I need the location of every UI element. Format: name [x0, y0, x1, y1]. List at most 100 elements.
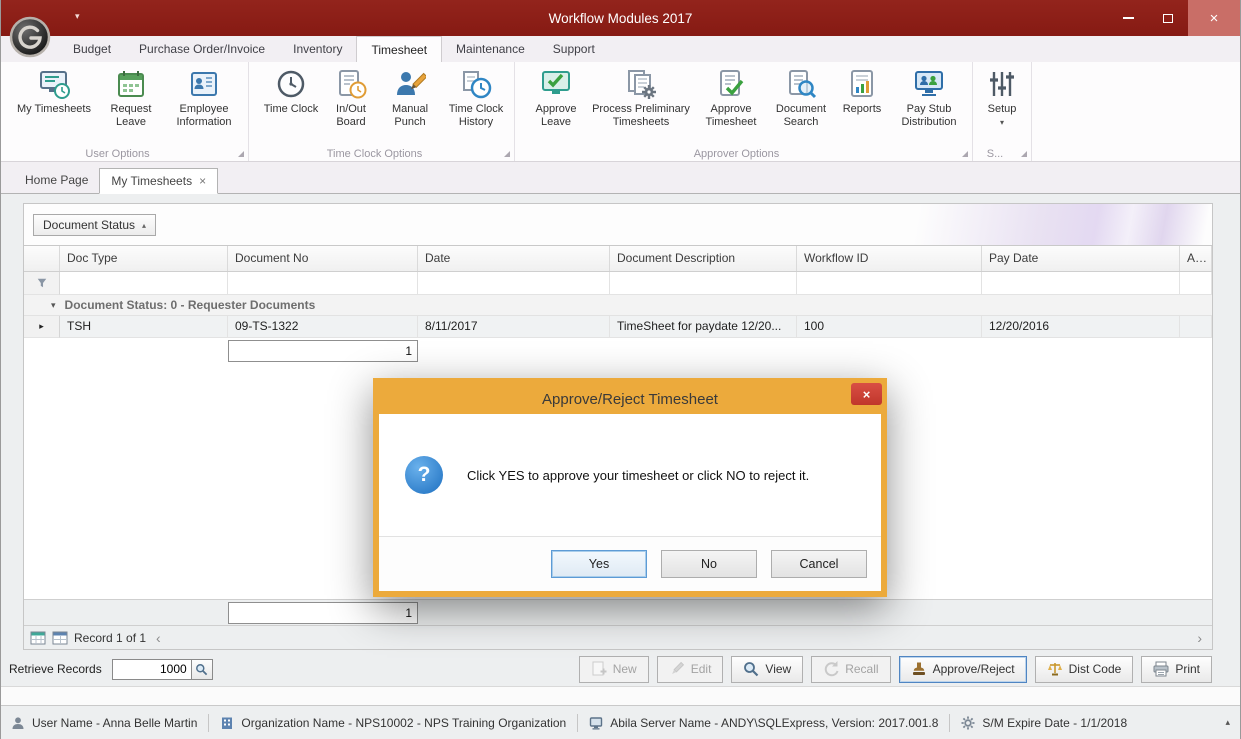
- ribbon-item-manual-punch[interactable]: Manual Punch: [379, 65, 441, 129]
- ribbon-item-label: Document Search: [768, 103, 834, 129]
- group-dialog-launcher-icon[interactable]: [962, 151, 968, 157]
- filter-cell-workflow-id[interactable]: [797, 272, 982, 295]
- group-by-panel: Document Status ▴: [24, 204, 1212, 246]
- column-header-date[interactable]: Date: [418, 246, 610, 271]
- status-bar: User Name - Anna Belle Martin Organizati…: [1, 705, 1240, 739]
- cancel-button[interactable]: Cancel: [771, 550, 867, 578]
- filter-cell-doc-type[interactable]: [60, 272, 228, 295]
- ribbon-item-label: Setup: [988, 103, 1017, 116]
- group-dialog-launcher-icon[interactable]: [504, 151, 510, 157]
- ribbon-item-process-preliminary-timesheets[interactable]: Process Preliminary Timesheets: [587, 65, 695, 129]
- retrieve-records-button[interactable]: [192, 659, 213, 680]
- document-search-icon: [785, 68, 817, 100]
- tab-label: My Timesheets: [111, 169, 192, 193]
- table-row[interactable]: ▸ TSH 09-TS-1322 8/11/2017 TimeSheet for…: [24, 316, 1212, 338]
- column-header-row: Doc Type Document No Date Document Descr…: [24, 246, 1212, 272]
- filter-cell-pay-date[interactable]: [982, 272, 1180, 295]
- ribbon-item-label: Employee Information: [164, 103, 244, 129]
- approve-leave-icon: [540, 68, 572, 100]
- tab-close-icon[interactable]: ×: [199, 169, 206, 193]
- approve-reject-button[interactable]: Approve/Reject: [899, 656, 1027, 683]
- column-header-pay-date[interactable]: Pay Date: [982, 246, 1180, 271]
- ribbon-item-label: Time Clock: [264, 103, 319, 116]
- print-button[interactable]: Print: [1141, 656, 1212, 683]
- group-dialog-launcher-icon[interactable]: [238, 151, 244, 157]
- column-header-document-description[interactable]: Document Description: [610, 246, 797, 271]
- time-clock-icon: [275, 68, 307, 100]
- ribbon-item-approve-timesheet[interactable]: Approve Timesheet: [695, 65, 767, 129]
- yes-button[interactable]: Yes: [551, 550, 647, 578]
- ribbon-item-pay-stub-distribution[interactable]: Pay Stub Distribution: [889, 65, 969, 129]
- minimize-button[interactable]: [1108, 0, 1148, 36]
- close-button[interactable]: ×: [1188, 0, 1240, 36]
- app-menu-logo[interactable]: [9, 16, 51, 63]
- filter-cell-document-no[interactable]: [228, 272, 418, 295]
- resize-grip-icon[interactable]: ▴: [1225, 717, 1230, 728]
- ribbon-item-document-search[interactable]: Document Search: [767, 65, 835, 129]
- prev-record-icon[interactable]: ‹: [152, 631, 165, 645]
- group-by-chip-document-status[interactable]: Document Status ▴: [33, 214, 156, 236]
- divider: [208, 714, 209, 732]
- tab-support[interactable]: Support: [539, 36, 609, 62]
- ribbon-item-label: Reports: [843, 103, 882, 116]
- ribbon-item-setup[interactable]: Setup ▾: [979, 65, 1025, 127]
- ribbon-item-label: Request Leave: [100, 103, 162, 129]
- ribbon: My Timesheets Request Leave Employee Inf…: [1, 62, 1240, 162]
- approve-timesheet-icon: [715, 68, 747, 100]
- title-bar: Workflow Modules 2017 ▾ ×: [1, 0, 1240, 36]
- column-header-doc-type[interactable]: Doc Type: [60, 246, 228, 271]
- dialog-close-button[interactable]: ×: [851, 383, 882, 405]
- ribbon-item-time-clock-history[interactable]: Time Clock History: [441, 65, 511, 129]
- cell-at[interactable]: [1180, 316, 1212, 338]
- cell-pay-date[interactable]: 12/20/2016: [982, 316, 1180, 338]
- grid-summary-row: 1: [24, 599, 1212, 625]
- ribbon-item-time-clock[interactable]: Time Clock: [259, 65, 323, 116]
- cell-doc-type[interactable]: TSH: [60, 316, 228, 338]
- record-indicator: Record 1 of 1: [74, 631, 146, 645]
- tab-my-timesheets[interactable]: My Timesheets ×: [99, 168, 218, 194]
- column-header-workflow-id[interactable]: Workflow ID: [797, 246, 982, 271]
- filter-row-indicator: [24, 272, 60, 295]
- ribbon-item-label: In/Out Board: [324, 103, 378, 129]
- cell-document-description[interactable]: TimeSheet for paydate 12/20...: [610, 316, 797, 338]
- dist-code-button[interactable]: Dist Code: [1035, 656, 1134, 683]
- tab-timesheet[interactable]: Timesheet: [356, 36, 442, 62]
- filter-cell-date[interactable]: [418, 272, 610, 295]
- view-button[interactable]: View: [731, 656, 803, 683]
- next-record-icon[interactable]: ›: [1193, 631, 1206, 645]
- column-header-at[interactable]: At...: [1180, 246, 1212, 271]
- process-preliminary-timesheets-icon: [625, 68, 657, 100]
- time-clock-history-icon: [460, 68, 492, 100]
- ribbon-item-employee-information[interactable]: Employee Information: [163, 65, 245, 129]
- tab-home-page[interactable]: Home Page: [14, 167, 99, 193]
- cell-workflow-id[interactable]: 100: [797, 316, 982, 338]
- ribbon-item-approve-leave[interactable]: Approve Leave: [525, 65, 587, 129]
- ribbon-item-request-leave[interactable]: Request Leave: [99, 65, 163, 129]
- no-button[interactable]: No: [661, 550, 757, 578]
- filter-cell-at[interactable]: [1180, 272, 1212, 295]
- retrieve-records-input[interactable]: [112, 659, 192, 680]
- decoration: [792, 204, 1212, 245]
- filter-cell-document-description[interactable]: [610, 272, 797, 295]
- card-view-icon[interactable]: [52, 630, 68, 646]
- tab-purchase-order-invoice[interactable]: Purchase Order/Invoice: [125, 36, 279, 62]
- view-icon: [743, 661, 759, 677]
- column-header-document-no[interactable]: Document No: [228, 246, 418, 271]
- tab-budget[interactable]: Budget: [59, 36, 125, 62]
- group-dialog-launcher-icon[interactable]: [1021, 151, 1027, 157]
- tab-inventory[interactable]: Inventory: [279, 36, 356, 62]
- group-row-requester-documents[interactable]: ▾ Document Status: 0 - Requester Documen…: [24, 295, 1212, 316]
- cell-date[interactable]: 8/11/2017: [418, 316, 610, 338]
- maximize-button[interactable]: [1148, 0, 1188, 36]
- ribbon-item-in-out-board[interactable]: In/Out Board: [323, 65, 379, 129]
- question-icon: ?: [405, 456, 443, 494]
- tab-maintenance[interactable]: Maintenance: [442, 36, 539, 62]
- group-expand-icon[interactable]: ▾: [51, 300, 56, 311]
- ribbon-item-reports[interactable]: Reports: [835, 65, 889, 116]
- grid-view-icon[interactable]: [30, 630, 46, 646]
- cell-document-no[interactable]: 09-TS-1322: [228, 316, 418, 338]
- ribbon-group-label: S...: [973, 148, 1017, 160]
- quick-access-dropdown-icon[interactable]: ▾: [75, 11, 80, 22]
- ribbon-item-my-timesheets[interactable]: My Timesheets: [9, 65, 99, 116]
- document-tab-bar: Home Page My Timesheets ×: [1, 162, 1240, 194]
